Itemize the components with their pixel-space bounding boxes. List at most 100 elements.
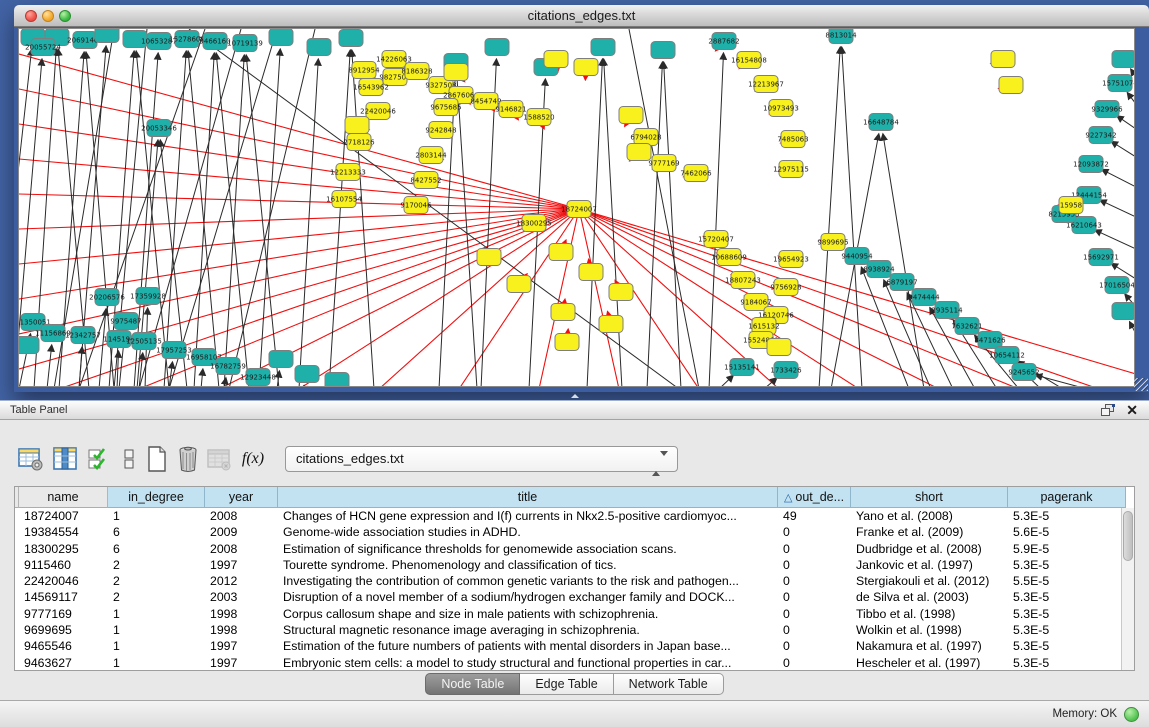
graph-node[interactable] [95, 29, 119, 43]
column-header-pagerank[interactable]: pagerank [1008, 487, 1126, 508]
graph-node[interactable] [991, 51, 1015, 68]
column-header-year[interactable]: year [205, 487, 278, 508]
graph-node[interactable] [295, 366, 319, 383]
graph-node[interactable] [19, 337, 39, 354]
cell-out_de: 0 [778, 638, 851, 654]
graph-node[interactable] [609, 284, 633, 301]
column-header-title[interactable]: title [278, 487, 778, 508]
graph-node-label: 10973493 [763, 105, 799, 113]
minimize-window-button[interactable] [42, 10, 54, 22]
graph-node-label: 15135141 [724, 364, 760, 372]
graph-node[interactable] [555, 334, 579, 351]
column-header-name[interactable]: name [19, 487, 108, 508]
graph-node[interactable] [551, 304, 575, 321]
cell-year: 1997 [205, 655, 278, 670]
window-resize-grip[interactable] [1134, 378, 1148, 391]
table-panel-title: Table Panel [0, 401, 1149, 419]
citation-edge-black [216, 53, 249, 387]
delete-column-button[interactable] [173, 444, 203, 474]
graph-node-label: 7485063 [777, 136, 808, 144]
graph-node[interactable] [507, 276, 531, 293]
column-header-short[interactable]: short [851, 487, 1008, 508]
table-row[interactable]: 911546021997Tourette syndrome. Phenomeno… [15, 557, 1121, 573]
graph-node[interactable] [325, 373, 349, 388]
cell-name: 18300295 [19, 541, 108, 557]
create-column-button[interactable] [142, 444, 172, 474]
graph-node[interactable] [444, 64, 468, 81]
graph-node[interactable] [651, 42, 675, 59]
table-panel-header: Table Panel ✕ [0, 400, 1149, 420]
function-builder-button[interactable]: f(x) [238, 444, 268, 474]
table-row[interactable]: 1456911722003Disruption of a novel membe… [15, 589, 1121, 605]
column-header-in_degree[interactable]: in_degree [108, 487, 205, 508]
cell-short: Nakamura et al. (1997) [851, 638, 1008, 654]
graph-node[interactable] [574, 59, 598, 76]
vertical-scrollbar[interactable] [1121, 508, 1134, 670]
graph-node[interactable] [345, 117, 369, 134]
citation-edge-black [329, 50, 350, 387]
tab-node-table[interactable]: Node Table [425, 673, 520, 695]
tab-edge-table[interactable]: Edge Table [520, 673, 613, 695]
graph-node[interactable] [627, 144, 651, 161]
graph-node[interactable] [339, 30, 363, 47]
cell-pagerank: 5.3E-5 [1008, 508, 1121, 524]
show-column-button[interactable] [50, 444, 80, 474]
table-row[interactable]: 1872400712008Changes of HCN gene express… [15, 508, 1121, 524]
table-row[interactable]: 969969511998Structural magnetic resonanc… [15, 622, 1121, 638]
close-panel-icon[interactable]: ✕ [1126, 401, 1138, 420]
graph-node-label: 9777169 [648, 160, 679, 168]
graph-node[interactable] [544, 51, 568, 68]
delete-table-button[interactable] [204, 444, 234, 474]
graph-node[interactable] [1112, 51, 1135, 68]
network-canvas[interactable]: 2005572420691406106532871527860294661601… [18, 28, 1135, 387]
row-height-button[interactable] [114, 444, 144, 474]
graph-node[interactable] [269, 29, 293, 46]
zoom-window-button[interactable] [59, 10, 71, 22]
graph-node-label: 18724007 [561, 206, 597, 214]
graph-node[interactable] [599, 316, 623, 333]
table-row[interactable]: 1830029562008Estimation of significance … [15, 541, 1121, 557]
close-window-button[interactable] [25, 10, 37, 22]
graph-node[interactable] [307, 39, 331, 56]
graph-node[interactable] [1112, 303, 1135, 320]
graph-node[interactable] [767, 339, 791, 356]
table-row[interactable]: 2242004622012Investigating the contribut… [15, 573, 1121, 589]
table-select-dropdown[interactable]: citations_edges.txt [285, 446, 678, 472]
scrollbar-thumb[interactable] [1123, 511, 1133, 561]
float-panel-icon[interactable] [1101, 404, 1115, 417]
graph-node[interactable] [477, 249, 501, 266]
graph-node[interactable] [485, 39, 509, 56]
tab-network-table[interactable]: Network Table [614, 673, 724, 695]
network-view-frame: 2005572420691406106532871527860294661601… [14, 27, 1149, 392]
graph-node-label: 16648784 [863, 119, 899, 127]
citation-edge-black [1036, 375, 1087, 387]
cell-name: 18724007 [19, 508, 108, 524]
table-row[interactable]: 1938455462009Genome-wide association stu… [15, 524, 1121, 540]
column-header-out_de[interactable]: △out_de... [778, 487, 851, 508]
table-settings-button[interactable] [16, 444, 46, 474]
show-column-icon [52, 446, 78, 472]
cell-year: 2009 [205, 524, 278, 540]
cell-short: Tibbo et al. (1998) [851, 606, 1008, 622]
graph-node[interactable] [269, 351, 293, 368]
table-row[interactable]: 946362711997Embryonic stem cells: a mode… [15, 655, 1121, 670]
cell-title: Genome-wide association studies in ADHD. [278, 524, 778, 540]
window-titlebar[interactable]: citations_edges.txt [14, 5, 1149, 27]
graph-node-label: 15958 [1060, 202, 1082, 210]
graph-node[interactable] [999, 77, 1023, 94]
cell-year: 2012 [205, 573, 278, 589]
select-rows-button[interactable] [84, 444, 114, 474]
graph-node[interactable] [549, 244, 573, 261]
graph-node[interactable] [619, 107, 643, 124]
table-row[interactable]: 946554611997Estimation of the future num… [15, 638, 1121, 654]
graph-node-label: 2803144 [415, 152, 447, 160]
cell-out_de: 0 [778, 573, 851, 589]
graph-node[interactable] [591, 39, 615, 56]
cell-title: Structural magnetic resonance image aver… [278, 622, 778, 638]
table-row[interactable]: 977716911998Corpus callosum shape and si… [15, 606, 1121, 622]
graph-node-label: 9899695 [817, 239, 848, 247]
graph-node[interactable] [579, 264, 603, 281]
panel-splitter-handle[interactable] [566, 394, 584, 399]
cell-pagerank: 5.5E-5 [1008, 573, 1121, 589]
cell-in_degree: 2 [108, 589, 205, 605]
